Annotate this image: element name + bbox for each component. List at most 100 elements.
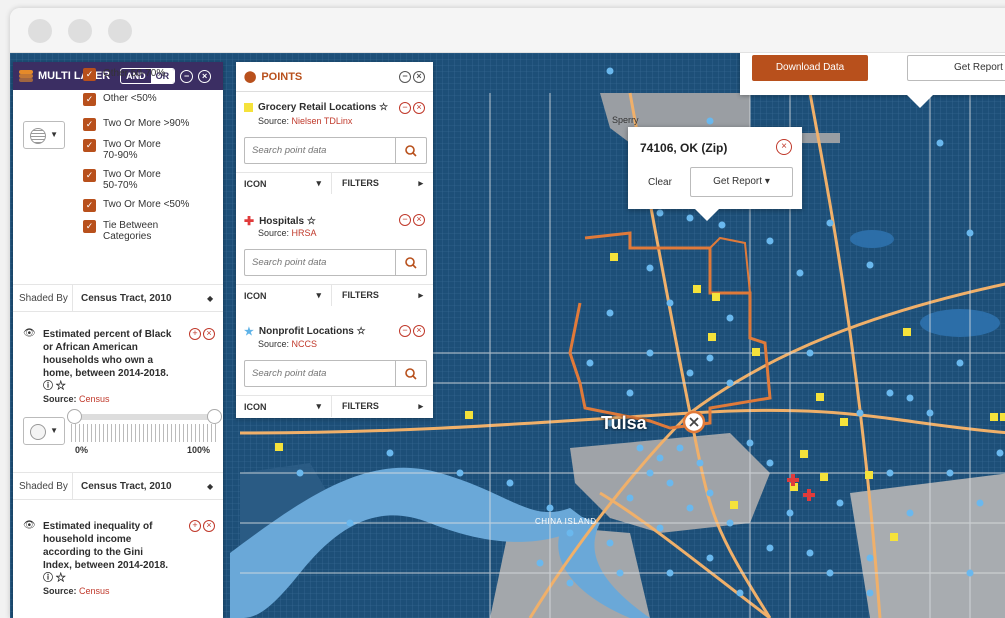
collapse-icon[interactable]: − — [399, 325, 411, 337]
color-picker-button[interactable]: ▼ — [23, 417, 65, 445]
remove-icon[interactable]: × — [413, 214, 425, 226]
popup-title: 74106, OK (Zip) — [640, 141, 728, 155]
star-icon[interactable]: ☆ — [379, 102, 388, 113]
legend-item[interactable]: ✓ Other <50% — [83, 93, 218, 106]
checkbox-checked-icon[interactable]: ✓ — [83, 68, 96, 81]
caret-down-icon: ▾ — [316, 178, 321, 188]
points-panel: ⬤ POINTS − × Grocery Retail Locations ☆ … — [236, 62, 433, 418]
checkbox-checked-icon[interactable]: ✓ — [83, 139, 96, 152]
icon-dropdown[interactable]: ICON ▾ — [236, 173, 332, 194]
filters-toggle[interactable]: FILTERS ▸ — [332, 290, 433, 301]
collapse-icon[interactable]: − — [399, 70, 411, 83]
search-icon[interactable] — [396, 138, 426, 163]
hatch-pattern-icon — [30, 128, 46, 144]
collapse-icon[interactable]: − — [399, 102, 411, 114]
checkbox-checked-icon[interactable]: ✓ — [83, 169, 96, 182]
slider-min-handle[interactable] — [67, 409, 82, 424]
star-icon[interactable]: ☆ — [307, 216, 316, 227]
window-close-dot[interactable] — [28, 19, 52, 43]
add-icon[interactable]: + — [189, 328, 201, 340]
point-search — [244, 137, 427, 164]
export-toolbar: Download Data Get Report — [740, 53, 1005, 95]
map-label-sperry: Sperry — [612, 115, 639, 125]
search-input[interactable] — [245, 361, 396, 386]
layer-title: Estimated inequality of household income… — [43, 521, 169, 596]
clear-button[interactable]: Clear — [648, 177, 672, 188]
get-report-button[interactable]: Get Report — [907, 55, 1005, 81]
checkbox-checked-icon[interactable]: ✓ — [83, 93, 96, 106]
add-icon[interactable]: + — [189, 520, 201, 532]
star-icon[interactable]: ☆ — [56, 573, 66, 584]
circle-swatch-icon — [30, 424, 46, 440]
slider-min-label: 0% — [75, 445, 89, 455]
point-search — [244, 360, 427, 387]
remove-icon[interactable]: × — [413, 102, 425, 114]
source-link[interactable]: Nielsen TDLinx — [292, 116, 353, 126]
info-icon[interactable]: ⓘ — [43, 573, 53, 584]
chevron-right-icon: ▸ — [418, 401, 423, 411]
map-label-tulsa: Tulsa — [601, 413, 647, 433]
search-icon[interactable] — [396, 250, 426, 275]
download-data-button[interactable]: Download Data — [752, 55, 868, 81]
window-maximize-dot[interactable] — [108, 19, 132, 43]
toolbar-pointer — [906, 94, 934, 108]
star-filled-icon: ★ — [244, 326, 254, 338]
filters-toggle[interactable]: FILTERS ▸ — [332, 401, 433, 412]
window-minimize-dot[interactable] — [68, 19, 92, 43]
checkbox-checked-icon[interactable]: ✓ — [83, 118, 96, 131]
window-titlebar — [10, 8, 1005, 53]
star-icon[interactable]: ☆ — [357, 326, 366, 337]
checkbox-checked-icon[interactable]: ✓ — [83, 220, 96, 233]
source-link[interactable]: HRSA — [292, 228, 317, 238]
range-slider[interactable] — [67, 409, 222, 424]
slider-max-handle[interactable] — [207, 409, 222, 424]
popup-get-report-button[interactable]: Get Report ▾ — [690, 167, 793, 197]
icon-dropdown[interactable]: ICON ▾ — [236, 285, 332, 306]
square-swatch-icon — [244, 103, 253, 112]
search-input[interactable] — [245, 138, 396, 163]
search-icon[interactable] — [396, 361, 426, 386]
remove-icon[interactable]: × — [203, 328, 215, 340]
category-legend: ✓ Other 50-70% ✓ Other <50% ✓ Two Or More >… — [83, 68, 218, 250]
legend-item[interactable]: ✓ Two Or More 70-90% — [83, 139, 173, 161]
shaded-by-select[interactable]: Shaded By Census Tract, 2010 ◆ — [13, 284, 223, 312]
star-icon[interactable]: ☆ — [56, 381, 66, 392]
histogram-ticks — [71, 424, 216, 442]
source-link[interactable]: Census — [79, 394, 110, 404]
map-viewport[interactable]: Tulsa Sperry CHINA ISLAND MULTI LAYER AN… — [10, 53, 1005, 618]
search-input[interactable] — [245, 250, 396, 275]
legend-item[interactable]: ✓ Other 50-70% — [83, 68, 218, 81]
legend-item[interactable]: ✓ Two Or More 50-70% — [83, 169, 173, 191]
legend-item[interactable]: ✓ Tie Between Categories — [83, 220, 173, 242]
eye-icon[interactable]: 👁 — [23, 520, 36, 531]
chevron-right-icon: ▸ — [418, 178, 423, 188]
close-icon[interactable]: × — [413, 70, 425, 83]
pattern-picker-button[interactable]: ▼ — [23, 121, 65, 149]
source-link[interactable]: NCCS — [292, 339, 318, 349]
remove-icon[interactable]: × — [203, 520, 215, 532]
filters-toggle[interactable]: FILTERS ▸ — [332, 178, 433, 189]
remove-icon[interactable]: × — [413, 325, 425, 337]
legend-item[interactable]: ✓ Two Or More >90% — [83, 118, 218, 131]
map-label-china-island: CHINA ISLAND — [535, 517, 597, 526]
source-link[interactable]: Census — [79, 586, 110, 596]
points-title: POINTS — [261, 70, 303, 83]
info-icon[interactable]: ⓘ — [43, 381, 53, 392]
close-icon[interactable]: × — [776, 139, 792, 155]
icon-dropdown[interactable]: ICON ▾ — [236, 396, 332, 417]
points-header: ⬤ POINTS − × — [236, 62, 433, 92]
layer-title: Estimated percent of Black or African Am… — [43, 329, 172, 404]
shaded-by-select[interactable]: Shaded By Census Tract, 2010 ◆ — [13, 472, 223, 500]
caret-down-icon: ▼ — [50, 426, 58, 435]
layers-icon — [19, 70, 33, 82]
collapse-icon[interactable]: − — [399, 214, 411, 226]
checkbox-checked-icon[interactable]: ✓ — [83, 199, 96, 212]
caret-down-icon: ▾ — [316, 401, 321, 411]
point-search — [244, 249, 427, 276]
eye-icon[interactable]: 👁 — [23, 328, 36, 339]
caret-down-icon: ▾ — [316, 290, 321, 300]
zip-popup: 74106, OK (Zip) × Clear Get Report ▾ — [628, 127, 802, 209]
multi-layer-panel: MULTI LAYER AND OR − × ▼ ✓ Other 50-70% ✓… — [13, 62, 223, 618]
caret-down-icon: ▾ — [764, 176, 770, 187]
legend-item[interactable]: ✓ Two Or More <50% — [83, 199, 218, 212]
